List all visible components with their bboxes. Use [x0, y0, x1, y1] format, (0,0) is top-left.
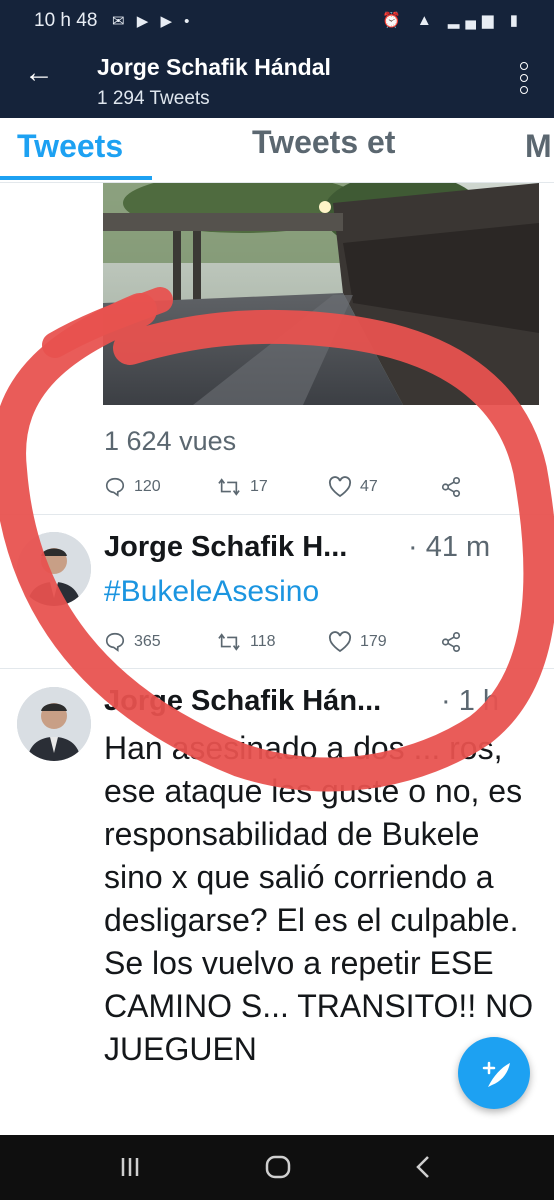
more-options-icon[interactable]: [520, 62, 528, 98]
retweet-button[interactable]: 118: [216, 631, 276, 653]
tweet-author-name[interactable]: Jorge Schafik Hán...: [104, 685, 381, 718]
tweet-actions: 120 17 47: [104, 476, 484, 502]
share-icon: [441, 477, 461, 497]
tab-media[interactable]: M: [525, 128, 552, 165]
reply-count: 120: [134, 478, 161, 495]
tweet-timestamp: · 41 m: [408, 531, 491, 563]
like-count: 47: [360, 478, 378, 495]
active-tab-indicator: [0, 176, 152, 180]
profile-header: ← Jorge Schafik Hándal 1 294 Tweets: [0, 40, 554, 118]
reply-button[interactable]: 120: [104, 476, 161, 498]
back-arrow-icon[interactable]: ←: [24, 58, 54, 88]
status-bar: 10 h 48 ✉ ▶ ▶ • ⏰ ▲ ▂▄▆ ▮: [0, 0, 554, 40]
share-button[interactable]: [440, 631, 470, 653]
tweet-media-image[interactable]: [103, 183, 539, 405]
reply-icon: [105, 632, 125, 652]
back-icon[interactable]: [404, 1147, 444, 1187]
tweet-author-name[interactable]: Jorge Schafik H...: [104, 531, 347, 564]
feather-plus-icon: [482, 1061, 510, 1087]
retweet-icon: [218, 633, 240, 651]
tab-tweets[interactable]: Tweets: [17, 128, 123, 165]
heart-icon: [328, 631, 352, 653]
tweet-divider: [0, 668, 554, 669]
reply-button[interactable]: 365: [104, 631, 161, 653]
status-time: 10 h 48: [34, 10, 98, 31]
tweet-hashtag-link[interactable]: #BukeleAsesino: [104, 575, 319, 609]
like-button[interactable]: 179: [328, 631, 387, 653]
compose-tweet-button[interactable]: [458, 1037, 530, 1109]
tab-tweets-replies[interactable]: Tweets et: [252, 124, 395, 161]
profile-name: Jorge Schafik Hándal: [97, 54, 331, 80]
avatar[interactable]: [17, 687, 91, 761]
reply-count: 365: [134, 633, 161, 650]
reply-icon: [105, 477, 125, 497]
notification-icons: ✉ ▶ ▶ •: [112, 13, 194, 30]
tweet-actions: 365 118 179: [104, 631, 484, 657]
tweet-count: 1 294 Tweets: [97, 88, 210, 109]
tweet-views: 1 624 vues: [104, 426, 237, 456]
home-icon[interactable]: [258, 1147, 298, 1187]
share-button[interactable]: [440, 476, 470, 498]
recent-apps-icon[interactable]: [110, 1147, 150, 1187]
like-button[interactable]: 47: [328, 476, 378, 498]
retweet-count: 118: [250, 633, 276, 650]
system-navigation-bar: [0, 1135, 554, 1200]
retweet-button[interactable]: 17: [216, 476, 268, 498]
system-icons: ⏰ ▲ ▂▄▆ ▮: [382, 12, 524, 29]
tweet-divider: [0, 514, 554, 515]
retweet-icon: [218, 478, 240, 496]
avatar[interactable]: [17, 532, 91, 606]
like-count: 179: [360, 633, 387, 650]
tweet-text: Han asesinado a dos ... ros, ese ataque …: [104, 730, 534, 1067]
share-icon: [441, 632, 461, 652]
tweet-timestamp: · 1 h: [441, 685, 500, 717]
profile-tabs: Tweets Tweets et M: [0, 118, 554, 183]
heart-icon: [328, 476, 352, 498]
retweet-count: 17: [250, 478, 268, 495]
